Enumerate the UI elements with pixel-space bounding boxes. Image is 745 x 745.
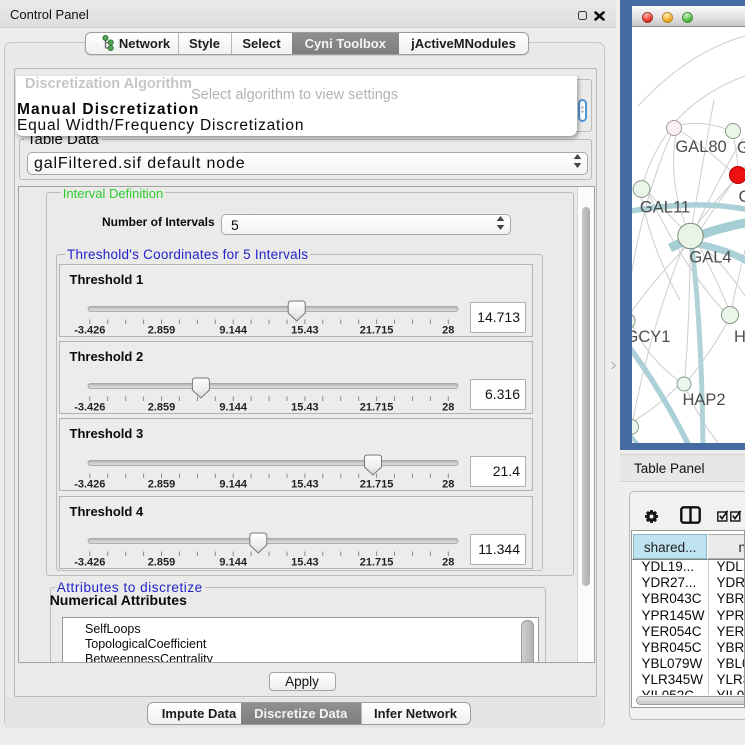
svg-text:2.859: 2.859 — [148, 324, 176, 336]
svg-text:21.715: 21.715 — [360, 556, 394, 568]
svg-text:GAL80: GAL80 — [675, 138, 726, 156]
svg-text:2.859: 2.859 — [148, 402, 176, 414]
svg-text:-3.426: -3.426 — [74, 402, 105, 414]
svg-text:28: 28 — [442, 402, 454, 414]
svg-text:HAP2: HAP2 — [682, 391, 725, 409]
svg-text:-3.426: -3.426 — [74, 324, 105, 336]
svg-text:9.144: 9.144 — [219, 324, 247, 336]
svg-text:28: 28 — [442, 324, 454, 336]
svg-text:H: H — [734, 328, 745, 346]
svg-text:GCY1: GCY1 — [632, 328, 670, 346]
svg-text:21.715: 21.715 — [360, 324, 394, 336]
svg-text:28: 28 — [442, 479, 454, 491]
svg-text:15.43: 15.43 — [291, 479, 319, 491]
svg-text:2.859: 2.859 — [148, 479, 176, 491]
svg-text:-3.426: -3.426 — [74, 556, 105, 568]
svg-text:GAL4: GAL4 — [689, 249, 731, 267]
svg-text:2.859: 2.859 — [148, 556, 176, 568]
svg-text:9.144: 9.144 — [219, 479, 247, 491]
svg-text:15.43: 15.43 — [291, 324, 319, 336]
svg-text:G.: G. — [737, 139, 745, 157]
svg-text:9.144: 9.144 — [219, 402, 247, 414]
svg-text:-3.426: -3.426 — [74, 479, 105, 491]
svg-text:21.715: 21.715 — [360, 402, 394, 414]
svg-text:9.144: 9.144 — [219, 556, 247, 568]
svg-text:15.43: 15.43 — [291, 402, 319, 414]
svg-text:GAL11: GAL11 — [640, 199, 690, 217]
svg-text:15.43: 15.43 — [291, 556, 319, 568]
svg-text:28: 28 — [442, 556, 454, 568]
svg-text:C: C — [739, 188, 745, 206]
svg-text:21.715: 21.715 — [360, 479, 394, 491]
